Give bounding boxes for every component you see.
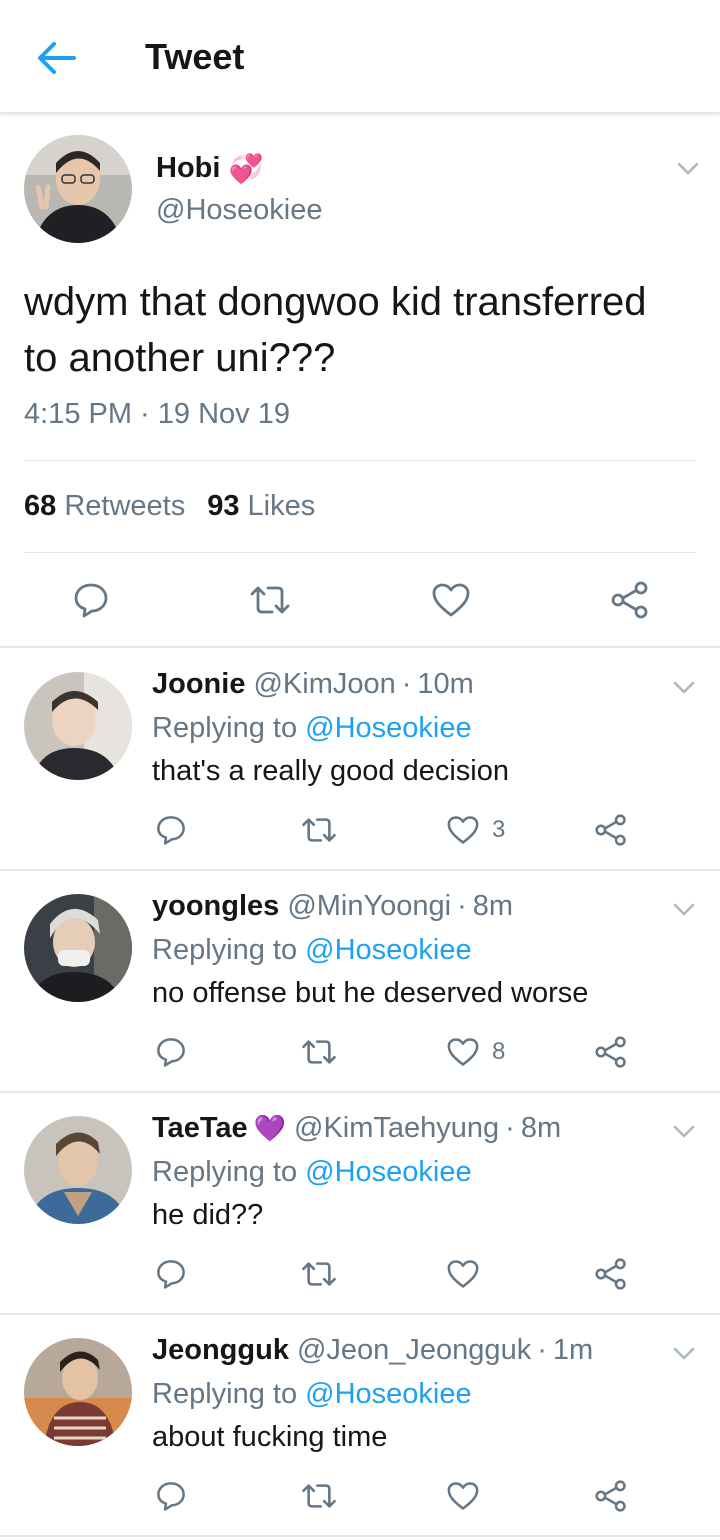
reply-tweet[interactable]: TaeTae 💜 @KimTaehyung · 8m Replying to @… [0, 1092, 720, 1315]
likes-count: 93 [207, 490, 240, 522]
likes-stat[interactable]: 93 Likes [207, 490, 315, 522]
chevron-down-icon[interactable] [672, 1124, 696, 1140]
reply-text: about fucking time [152, 1421, 388, 1453]
replying-to: Replying to @Hoseokiee [152, 712, 472, 745]
like-icon[interactable] [446, 1259, 480, 1289]
replying-label: Replying to [152, 1378, 298, 1410]
arrow-left-icon[interactable] [34, 38, 78, 78]
user-name[interactable]: Hobi 💞 [156, 152, 263, 185]
divider [24, 460, 696, 461]
reply-text: no offense but he deserved worse [152, 977, 589, 1009]
reply-timestamp: 10m [417, 668, 474, 700]
like-count: 8 [492, 1038, 506, 1065]
replying-to: Replying to @Hoseokiee [152, 934, 472, 967]
like-icon[interactable] [446, 815, 480, 845]
reply-user-name[interactable]: Jeongguk [152, 1334, 289, 1367]
replying-label: Replying to [152, 712, 298, 744]
reply-timestamp: 8m [520, 1112, 562, 1144]
chevron-down-icon[interactable] [672, 902, 696, 918]
reply-header: Joonie @KimJoon · 10m [152, 668, 474, 701]
share-icon[interactable] [594, 1258, 628, 1290]
retweet-icon[interactable] [300, 1038, 338, 1066]
reply-header: Jeongguk @Jeon_Jeongguk · 1m [152, 1334, 593, 1367]
reply-header: TaeTae 💜 @KimTaehyung · 8m [152, 1112, 561, 1145]
reply-text: that's a really good decision [152, 755, 509, 787]
retweets-count: 68 [24, 490, 57, 522]
tweet-timestamp: 4:15 PM · 19 Nov 19 [24, 398, 290, 430]
like-icon[interactable] [446, 1481, 480, 1511]
reply-user-handle[interactable]: @MinYoongi [287, 890, 451, 923]
avatar[interactable] [24, 135, 132, 243]
like-icon[interactable] [431, 582, 471, 618]
separator-dot: · [505, 1112, 515, 1144]
reply-icon[interactable] [155, 814, 187, 846]
replying-label: Replying to [152, 934, 298, 966]
retweet-icon[interactable] [300, 1260, 338, 1288]
share-icon[interactable] [594, 1036, 628, 1068]
retweets-stat[interactable]: 68 Retweets [24, 490, 185, 522]
reply-icon[interactable] [155, 1258, 187, 1290]
chevron-down-icon[interactable] [676, 161, 700, 177]
retweets-label: Retweets [64, 490, 186, 522]
app-header: Tweet [0, 0, 720, 114]
page-title: Tweet [145, 36, 245, 77]
reply-user-name[interactable]: yoongles [152, 890, 279, 923]
reply-icon[interactable] [155, 1480, 187, 1512]
share-icon[interactable] [594, 1480, 628, 1512]
replying-to: Replying to @Hoseokiee [152, 1156, 472, 1189]
mention-link[interactable]: @Hoseokiee [305, 934, 471, 966]
reply-user-handle[interactable]: @Jeon_Jeongguk [297, 1334, 531, 1367]
chevron-down-icon[interactable] [672, 680, 696, 696]
avatar[interactable] [24, 894, 132, 1002]
retweet-icon[interactable] [300, 1482, 338, 1510]
share-icon[interactable] [594, 814, 628, 846]
separator-dot: · [537, 1334, 547, 1366]
reply-user-handle[interactable]: @KimJoon [253, 668, 395, 701]
reply-header: yoongles @MinYoongi · 8m [152, 890, 513, 923]
likes-label: Likes [247, 490, 316, 522]
mention-link[interactable]: @Hoseokiee [305, 1156, 471, 1188]
emoji-hearts: 💞 [228, 153, 264, 184]
divider [24, 552, 696, 553]
reply-user-name[interactable]: TaeTae [152, 1112, 248, 1145]
share-icon[interactable] [610, 581, 650, 619]
reply-timestamp: 8m [472, 890, 514, 922]
reply-tweet[interactable]: Joonie @KimJoon · 10m Replying to @Hoseo… [0, 648, 720, 871]
mention-link[interactable]: @Hoseokiee [305, 712, 471, 744]
reply-text: he did?? [152, 1199, 264, 1231]
tweet-text: wdym that dongwoo kid transferred to ano… [24, 280, 647, 380]
reply-user-name[interactable]: Joonie [152, 668, 245, 701]
emoji-purple-heart: 💜 [253, 1113, 287, 1143]
chevron-down-icon[interactable] [672, 1346, 696, 1362]
reply-tweet[interactable]: Jeongguk @Jeon_Jeongguk · 1m Replying to… [0, 1314, 720, 1537]
reply-user-handle[interactable]: @KimTaehyung [294, 1112, 499, 1145]
separator-dot: · [401, 668, 412, 700]
retweet-icon[interactable] [300, 816, 338, 844]
retweet-icon[interactable] [248, 584, 292, 616]
reply-tweet[interactable]: yoongles @MinYoongi · 8m Replying to @Ho… [0, 870, 720, 1093]
main-tweet: Hobi 💞 @Hoseokiee wdym that dongwoo kid … [0, 114, 720, 648]
like-count: 3 [492, 816, 506, 843]
tweet-stats: 68 Retweets 93 Likes [24, 490, 315, 523]
replying-to: Replying to @Hoseokiee [152, 1378, 472, 1411]
avatar[interactable] [24, 1338, 132, 1446]
avatar[interactable] [24, 1116, 132, 1224]
like-icon[interactable] [446, 1037, 480, 1067]
separator-dot: · [457, 890, 467, 922]
user-handle[interactable]: @Hoseokiee [156, 194, 322, 227]
mention-link[interactable]: @Hoseokiee [305, 1378, 471, 1410]
replying-label: Replying to [152, 1156, 298, 1188]
reply-icon[interactable] [72, 581, 110, 619]
user-display-name: Hobi [156, 152, 221, 184]
reply-timestamp: 1m [552, 1334, 594, 1366]
reply-icon[interactable] [155, 1036, 187, 1068]
avatar[interactable] [24, 672, 132, 780]
